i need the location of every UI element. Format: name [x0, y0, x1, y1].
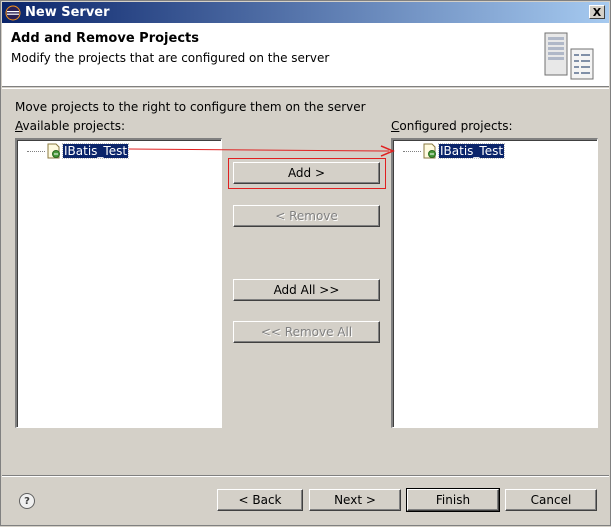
eclipse-icon [5, 5, 21, 20]
add-button[interactable]: Add > [233, 162, 380, 184]
configured-projects-label: Configured projects: [391, 119, 513, 133]
available-projects-label: Available projects: [15, 119, 126, 133]
add-all-button[interactable]: Add All >> [233, 279, 380, 301]
project-label: IBatis_Test [61, 143, 130, 159]
available-projects-label-rest: vailable projects: [22, 119, 126, 133]
remove-all-button[interactable]: << Remove All [233, 321, 380, 343]
configured-projects-list[interactable]: IBatis_Test [391, 138, 598, 428]
list-item[interactable]: IBatis_Test [27, 143, 130, 159]
available-projects-list[interactable]: IBatis_Test [15, 138, 222, 428]
list-item[interactable]: IBatis_Test [403, 143, 506, 159]
next-button[interactable]: Next > [309, 489, 401, 511]
web-project-icon [47, 143, 60, 159]
page-description: Modify the projects that are configured … [11, 51, 330, 65]
configured-projects-label-rest: onfigured projects: [399, 119, 513, 133]
server-wizard-icon [544, 32, 594, 80]
wizard-header: Add and Remove Projects Modify the proje… [2, 23, 609, 87]
new-server-dialog: New Server X Add and Remove Projects Mod… [0, 0, 611, 526]
web-project-icon [423, 143, 436, 159]
header-separator [2, 88, 609, 89]
tree-connector [27, 150, 45, 152]
title-bar[interactable]: New Server X [2, 2, 609, 23]
cancel-button[interactable]: Cancel [505, 489, 597, 511]
window-title: New Server [25, 5, 110, 20]
project-label: IBatis_Test [437, 143, 506, 159]
close-icon: X [592, 5, 602, 19]
back-button[interactable]: < Back [217, 489, 303, 511]
page-title: Add and Remove Projects [11, 31, 199, 46]
footer-separator-highlight [2, 476, 609, 477]
instruction-text: Move projects to the right to configure … [15, 100, 366, 114]
tree-connector [403, 150, 421, 152]
close-button[interactable]: X [589, 5, 605, 19]
remove-button[interactable]: < Remove [233, 205, 380, 227]
finish-button[interactable]: Finish [406, 488, 500, 512]
help-icon[interactable]: ? [19, 493, 35, 509]
